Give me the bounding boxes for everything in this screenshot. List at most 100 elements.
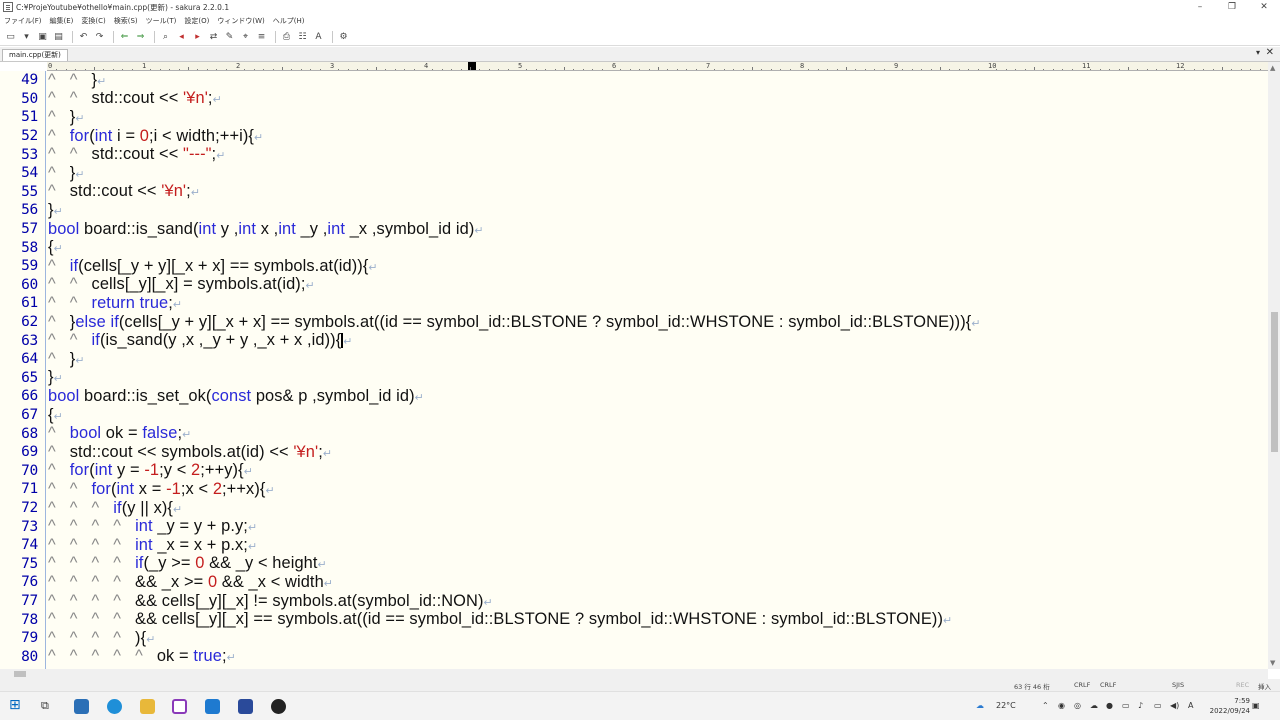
code-text[interactable]: ^ ^ if(is_sand(y ,x ,_y + y ,_x + x ,id)… bbox=[48, 331, 353, 350]
code-line[interactable]: 59 ^ if(cells[_y + y][_x + x] == symbols.… bbox=[0, 257, 1268, 276]
save-icon[interactable]: ▣ bbox=[36, 31, 49, 44]
horizontal-scroll-thumb[interactable] bbox=[14, 671, 26, 677]
clear-mark-icon[interactable]: ✎ bbox=[223, 31, 236, 44]
open-file-icon[interactable]: ▾ bbox=[20, 31, 33, 44]
weather-icon[interactable]: ☁ bbox=[976, 701, 984, 710]
tray-app-icon-2[interactable]: ◎ bbox=[1074, 701, 1081, 710]
code-line[interactable]: 55 ^ std::cout << '¥n';↵ bbox=[0, 182, 1268, 202]
code-text[interactable]: ^ ^ std::cout << '¥n';↵ bbox=[48, 89, 222, 108]
vertical-scroll-thumb[interactable] bbox=[1271, 312, 1278, 452]
minimize-button[interactable]: – bbox=[1184, 0, 1216, 14]
find-prev-icon[interactable]: ◂ bbox=[175, 31, 188, 44]
tray-expand-icon[interactable]: ⌃ bbox=[1042, 701, 1049, 710]
code-line[interactable]: 75 ^ ^ ^ ^ if(_y >= 0 && _y < height↵ bbox=[0, 554, 1268, 574]
code-text[interactable]: ^ std::cout << '¥n';↵ bbox=[48, 182, 200, 201]
code-text[interactable]: ^ if(cells[_y + y][_x + x] == symbols.at… bbox=[48, 257, 378, 276]
code-line[interactable]: 70 ^ for(int y = -1;y < 2;++y){↵ bbox=[0, 461, 1268, 481]
menu-search[interactable]: 検索(S) bbox=[114, 16, 138, 26]
code-text[interactable]: ^ }↵ bbox=[48, 108, 85, 127]
restore-button[interactable]: ❐ bbox=[1216, 0, 1248, 14]
code-text[interactable]: ^ ^ }↵ bbox=[48, 71, 106, 90]
tab-main-cpp[interactable]: main.cpp(更新) bbox=[2, 49, 68, 61]
network-icon[interactable]: ▭ bbox=[1154, 701, 1162, 710]
settings-icon[interactable]: ⚙ bbox=[337, 31, 350, 44]
sakura-editor-icon[interactable] bbox=[172, 699, 187, 714]
code-line[interactable]: 51 ^ }↵ bbox=[0, 108, 1268, 127]
code-text[interactable]: ^ }else if(cells[_y + y][_x + x] == symb… bbox=[48, 313, 981, 332]
find-icon[interactable]: ⌕ bbox=[159, 31, 172, 44]
code-line[interactable]: 60 ^ ^ cells[_y][_x] = symbols.at(id);↵ bbox=[0, 275, 1268, 295]
code-line[interactable]: 80 ^ ^ ^ ^ ^ ok = true;↵ bbox=[0, 647, 1268, 667]
code-line[interactable]: 62 ^ }else if(cells[_y + y][_x + x] == sy… bbox=[0, 313, 1268, 332]
code-text[interactable]: }↵ bbox=[48, 368, 63, 387]
code-text[interactable]: ^ for(int i = 0;i < width;++i){↵ bbox=[48, 127, 263, 146]
code-text[interactable]: {↵ bbox=[48, 406, 63, 425]
menu-convert[interactable]: 変換(C) bbox=[81, 16, 105, 26]
weather-temp[interactable]: 22°C bbox=[996, 701, 1016, 710]
microphone-icon[interactable]: ♪ bbox=[1138, 701, 1143, 710]
code-text[interactable]: ^ ^ for(int x = -1;x < 2;++x){↵ bbox=[48, 480, 275, 499]
vertical-scrollbar[interactable]: ▲ ▼ bbox=[1268, 62, 1280, 669]
code-text[interactable]: ^ std::cout << symbols.at(id) << '¥n';↵ bbox=[48, 443, 332, 462]
obs-icon[interactable] bbox=[271, 699, 286, 714]
code-line[interactable]: 61 ^ ^ return true;↵ bbox=[0, 294, 1268, 313]
code-text[interactable]: ^ ^ ^ ^ int _x = x + p.x;↵ bbox=[48, 536, 257, 555]
properties-icon[interactable]: ☷ bbox=[296, 31, 309, 44]
code-line[interactable]: 69 ^ std::cout << symbols.at(id) << '¥n';… bbox=[0, 443, 1268, 462]
code-line[interactable]: 56}↵ bbox=[0, 201, 1268, 220]
code-text[interactable]: ^ ^ ^ if(y || x){↵ bbox=[48, 499, 182, 518]
code-text[interactable]: ^ ^ ^ ^ if(_y >= 0 && _y < height↵ bbox=[48, 554, 327, 573]
outline-icon[interactable]: ≡ bbox=[255, 31, 268, 44]
code-text[interactable]: ^ for(int y = -1;y < 2;++y){↵ bbox=[48, 461, 253, 480]
code-line[interactable]: 67 {↵ bbox=[0, 406, 1268, 425]
new-file-icon[interactable]: ▭ bbox=[4, 31, 17, 44]
editor-area[interactable]: 49 ^ ^ }↵ 50 ^ ^ std::cout << '¥n';↵ 51 ^ }↵ 5… bbox=[0, 71, 1268, 669]
code-line[interactable]: 66 bool board::is_set_ok(const pos& p ,sy… bbox=[0, 387, 1268, 406]
volume-icon[interactable]: ◀) bbox=[1170, 701, 1179, 710]
code-line[interactable]: 72 ^ ^ ^ if(y || x){↵ bbox=[0, 499, 1268, 518]
code-text[interactable]: ^ ^ cells[_y][_x] = symbols.at(id);↵ bbox=[48, 275, 315, 294]
code-text[interactable]: ^ ^ return true;↵ bbox=[48, 294, 182, 313]
code-line[interactable]: 52 ^ for(int i = 0;i < width;++i){↵ bbox=[0, 127, 1268, 146]
tray-app-icon-4[interactable]: ▭ bbox=[1122, 701, 1130, 710]
code-line[interactable]: 76 ^ ^ ^ ^ && _x >= 0 && _x < width↵ bbox=[0, 573, 1268, 592]
code-line[interactable]: 71 ^ ^ for(int x = -1;x < 2;++x){↵ bbox=[0, 480, 1268, 499]
menu-help[interactable]: ヘルプ(H) bbox=[273, 16, 305, 26]
code-line[interactable]: 49 ^ ^ }↵ bbox=[0, 71, 1268, 90]
tray-app-icon-3[interactable]: ● bbox=[1106, 701, 1113, 710]
code-line[interactable]: 65}↵ bbox=[0, 368, 1268, 388]
tray-app-icon[interactable]: ◉ bbox=[1058, 701, 1065, 710]
replace-icon[interactable]: ⇄ bbox=[207, 31, 220, 44]
notification-icon[interactable]: ▣ bbox=[1252, 701, 1260, 710]
code-text[interactable]: ^ ^ ^ ^ && cells[_y][_x] != symbols.at(s… bbox=[48, 592, 493, 611]
horizontal-scrollbar[interactable] bbox=[0, 669, 1268, 679]
code-text[interactable]: ^ bool ok = false;↵ bbox=[48, 424, 191, 443]
code-text[interactable]: ^ }↵ bbox=[48, 164, 85, 183]
code-text[interactable]: ^ ^ ^ ^ && _x >= 0 && _x < width↵ bbox=[48, 573, 333, 592]
code-text[interactable]: ^ ^ ^ ^ ^ ok = true;↵ bbox=[48, 647, 236, 666]
code-line[interactable]: 78 ^ ^ ^ ^ && cells[_y][_x] == symbols.at… bbox=[0, 610, 1268, 629]
vscode-icon[interactable] bbox=[205, 699, 220, 714]
code-line[interactable]: 68 ^ bool ok = false;↵ bbox=[0, 424, 1268, 443]
code-text[interactable]: bool board::is_set_ok(const pos& p ,symb… bbox=[48, 387, 424, 406]
clock[interactable]: 7:59 2022/09/24 bbox=[1210, 696, 1250, 716]
code-text[interactable]: ^ ^ std::cout << "---";↵ bbox=[48, 145, 226, 164]
store-icon[interactable] bbox=[74, 699, 89, 714]
ime-indicator[interactable]: A bbox=[1188, 701, 1193, 710]
tab-list-icon[interactable]: ▾ bbox=[1256, 48, 1260, 57]
grep-icon[interactable]: ⌖ bbox=[239, 31, 252, 44]
code-text[interactable]: ^ ^ ^ ^ ){↵ bbox=[48, 629, 156, 648]
code-line[interactable]: 79 ^ ^ ^ ^ ){↵ bbox=[0, 629, 1268, 648]
font-icon[interactable]: A bbox=[312, 31, 325, 44]
menu-tools[interactable]: ツール(T) bbox=[146, 16, 177, 26]
close-button[interactable]: ✕ bbox=[1248, 0, 1280, 14]
find-next-icon[interactable]: ▸ bbox=[191, 31, 204, 44]
code-line[interactable]: 58 {↵ bbox=[0, 238, 1268, 257]
code-line[interactable]: 74 ^ ^ ^ ^ int _x = x + p.x;↵ bbox=[0, 536, 1268, 555]
code-line[interactable]: 53 ^ ^ std::cout << "---";↵ bbox=[0, 145, 1268, 164]
code-line[interactable]: 57 bool board::is_sand(int y ,int x ,int … bbox=[0, 220, 1268, 239]
cloud-icon[interactable]: ☁ bbox=[1090, 701, 1098, 710]
scroll-down-icon[interactable]: ▼ bbox=[1270, 659, 1275, 667]
print-icon[interactable]: ⎙ bbox=[280, 31, 293, 44]
edge-icon[interactable] bbox=[107, 699, 122, 714]
